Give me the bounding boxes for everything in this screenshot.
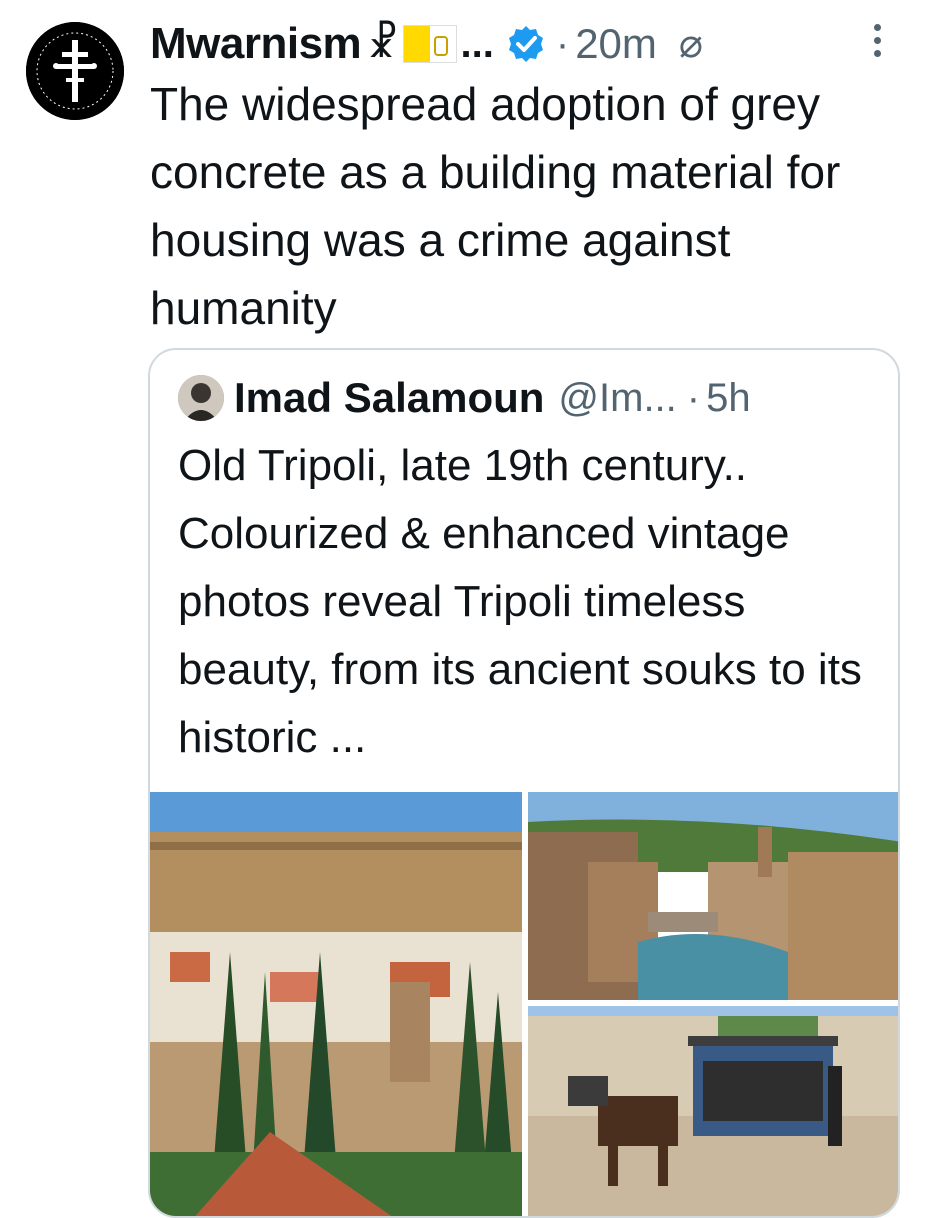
tweet-header: Mwarnism ☧ ... · 20m ⌀ <box>150 12 910 76</box>
quoted-tweet-header: Imad Salamoun @Im... · 5h <box>178 372 751 424</box>
author-avatar[interactable] <box>26 22 124 120</box>
name-ellipsis: ... <box>460 21 494 66</box>
cross-avatar-icon <box>26 22 124 120</box>
quoted-media-grid <box>150 792 898 1216</box>
chi-rho-icon: ☧ <box>367 21 399 67</box>
quoted-tweet-card[interactable]: Imad Salamoun @Im... · 5h Old Tripoli, l… <box>148 348 900 1218</box>
quoted-author-avatar <box>178 375 224 421</box>
quoted-author-name: Imad Salamoun <box>234 374 545 421</box>
quoted-separator-dot: · <box>686 375 701 420</box>
more-options-icon[interactable] <box>862 24 892 64</box>
tweet-time[interactable]: 20m <box>575 20 657 68</box>
quoted-tweet-time: 5h <box>706 375 751 420</box>
vatican-flag-icon <box>402 25 457 63</box>
tweet-text: The widespread adoption of grey concrete… <box>150 78 841 334</box>
slashed-circle-icon[interactable]: ⌀ <box>679 21 703 67</box>
author-name[interactable]: Mwarnism <box>150 19 362 69</box>
photo-horse-tram[interactable] <box>528 1006 898 1216</box>
quoted-tweet-text: Old Tripoli, late 19th century.. Colouri… <box>178 441 862 762</box>
photo-river-town[interactable] <box>528 792 898 1000</box>
photo-citadel[interactable] <box>150 792 522 1216</box>
separator-dot: · <box>555 21 570 66</box>
verified-badge-icon[interactable] <box>506 24 546 64</box>
quoted-author-handle: @Im... <box>558 375 677 420</box>
